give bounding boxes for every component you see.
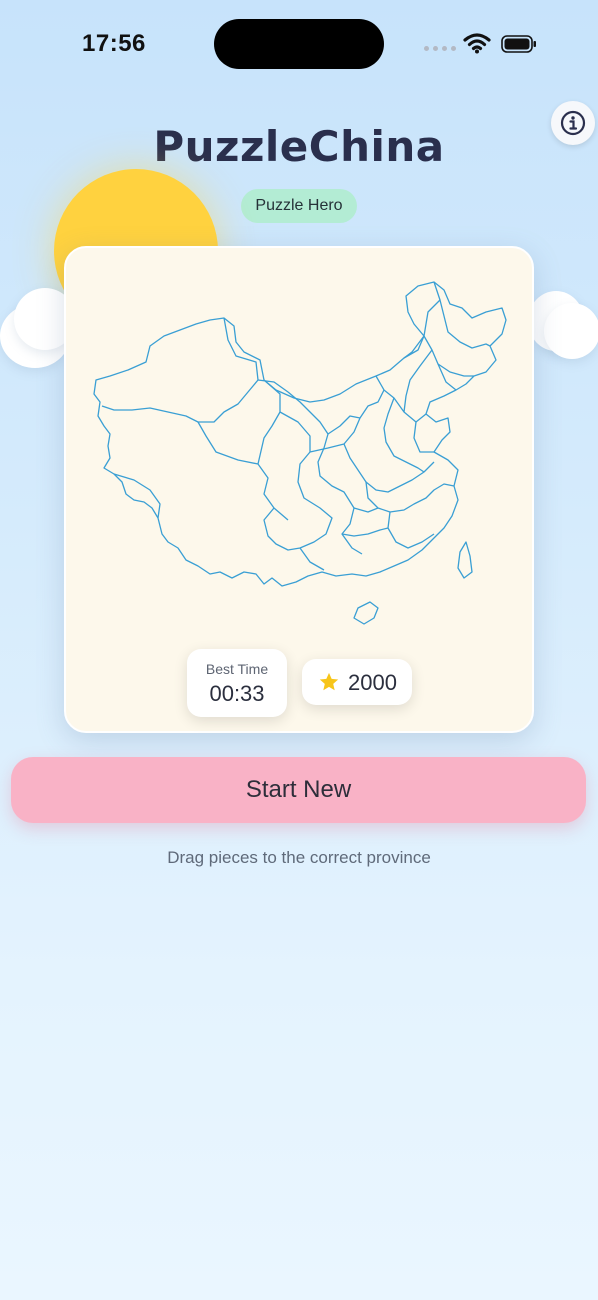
china-map: [93, 281, 507, 625]
best-time-value: 00:33: [209, 681, 265, 706]
star-icon: [319, 672, 339, 691]
rank-badge: Puzzle Hero: [241, 189, 357, 223]
app-title: PuzzleChina: [153, 122, 445, 171]
battery-icon: [501, 35, 536, 53]
stars-card: 2000: [302, 659, 412, 705]
best-time-label: Best Time: [205, 661, 269, 677]
instruction-hint: Drag pieces to the correct province: [167, 848, 431, 867]
signal-icon: [424, 46, 456, 51]
status-time: 17:56: [82, 30, 146, 57]
best-time-card: Best Time 00:33: [187, 649, 287, 717]
stars-value: 2000: [348, 670, 397, 695]
start-new-button[interactable]: Start New: [11, 757, 586, 823]
status-bar: 17:56: [0, 0, 598, 90]
dynamic-island: [214, 19, 384, 69]
wifi-icon: [463, 33, 491, 54]
map-card[interactable]: Best Time 00:33 2000: [64, 246, 534, 733]
